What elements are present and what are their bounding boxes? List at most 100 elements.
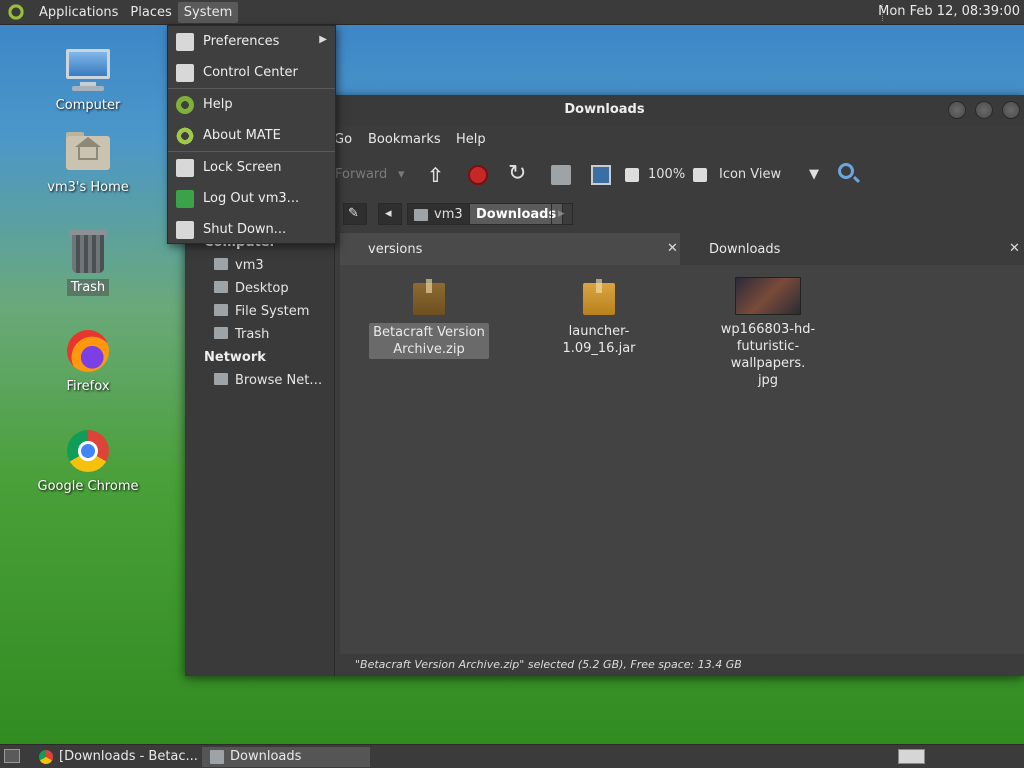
menu-item-preferences[interactable]: Preferences ▶ [168,27,335,57]
top-panel: Applications Places System Mon Feb 12, 0… [0,0,1024,25]
sidebar-item-vm3[interactable]: vm3 [214,258,264,273]
system-menu[interactable]: System [177,1,239,23]
preferences-icon [176,33,194,51]
file-name: launcher-1.09_16.jar [562,324,636,356]
breadcrumb-label: vm3 [434,207,463,222]
desktop-icon-label: Computer [55,98,121,113]
mate-logo-icon[interactable] [7,3,25,21]
desktop-icon-chrome[interactable]: Google Chrome [33,427,143,494]
archive-icon [579,277,619,317]
desktop-icon-firefox[interactable]: Firefox [33,327,143,394]
home-folder-icon [64,128,112,176]
chrome-icon [39,750,53,764]
trash-icon [64,227,112,275]
home-icon [214,258,228,270]
chevron-down-icon[interactable]: ▼ [809,167,819,182]
file-name: Betacraft Version Archive.zip [369,323,489,359]
close-icon[interactable]: ✕ [667,241,678,256]
chevron-down-icon[interactable]: ▾ [398,167,405,182]
chrome-icon [64,427,112,475]
menu-item-lock-screen[interactable]: Lock Screen [168,153,335,183]
tab-downloads[interactable]: Downloads ✕ [681,233,1024,265]
task-label: [Downloads - Betac... [59,749,198,764]
close-window-button[interactable] [1002,101,1020,119]
tab-label: versions [368,242,423,257]
file-view[interactable]: Betacraft Version Archive.zip launcher-1… [340,265,1024,654]
zoom-level: 100% [648,167,686,182]
mate-icon [176,127,194,145]
image-thumbnail [735,277,801,315]
up-arrow-icon[interactable]: ⇧ [427,163,444,187]
edit-location-icon[interactable]: ✎ [343,203,367,225]
shutdown-icon [176,221,194,239]
computer-icon[interactable] [591,165,611,185]
menu-bookmarks[interactable]: Bookmarks [368,132,441,147]
menu-help[interactable]: Help [456,132,486,147]
menu-item-about-mate[interactable]: About MATE [168,121,335,151]
sidebar-item-desktop[interactable]: Desktop [214,281,289,296]
tab-versions[interactable]: versions ✕ [340,233,680,265]
status-bar: "Betacraft Version Archive.zip" selected… [340,654,1024,676]
clock[interactable]: Mon Feb 12, 08:39:00 [878,4,1020,19]
network-icon [214,373,228,385]
lock-icon [176,159,194,177]
menu-separator [168,151,335,152]
breadcrumb-vm3[interactable]: vm3 [407,203,470,225]
sidebar-header-network: Network [204,350,266,365]
chevron-left-icon[interactable]: ◂ [378,203,402,225]
sidebar-item-browse-network[interactable]: Browse Net… [214,373,322,388]
file-item[interactable]: wp166803-hd- futuristic-wallpapers. jpg [703,277,833,389]
drive-icon [214,304,228,316]
desktop-icon-home[interactable]: vm3's Home [33,128,143,195]
minimize-button[interactable] [948,101,966,119]
taskbar-item-downloads[interactable]: Downloads [202,747,370,767]
menu-separator [168,88,335,89]
workspace-switcher[interactable] [898,749,925,764]
desktop-icon-label: vm3's Home [47,180,129,195]
reload-icon[interactable]: ↻ [508,161,526,186]
sidebar-item-trash[interactable]: Trash [214,327,269,342]
places-menu[interactable]: Places [124,2,177,23]
desktop-icon-computer[interactable]: Computer [33,46,143,113]
stop-icon[interactable] [468,165,488,185]
taskbar-item-chrome[interactable]: [Downloads - Betac... [31,747,199,767]
home-icon[interactable] [551,165,571,185]
desktop-icon-trash[interactable]: Trash [33,227,143,296]
task-label: Downloads [230,749,302,764]
folder-icon [210,750,224,764]
zoom-out-icon[interactable] [625,168,639,182]
tab-label: Downloads [709,242,781,257]
menu-go[interactable]: Go [334,132,352,147]
control-center-icon [176,64,194,82]
view-select[interactable]: Icon View [719,167,781,182]
menu-item-shut-down[interactable]: Shut Down... [168,215,335,245]
show-desktop-icon[interactable] [4,749,20,763]
maximize-button[interactable] [975,101,993,119]
breadcrumb-downloads[interactable]: Downloads [469,203,564,225]
help-icon [176,96,194,114]
file-item[interactable]: Betacraft Version Archive.zip [364,277,494,359]
sidebar: Computer vm3 Desktop File System Trash N… [185,233,335,676]
tab-bar: versions ✕ Downloads ✕ [340,233,1024,265]
desktop-icon-label: Google Chrome [37,479,139,494]
desktop-icon-label: Firefox [66,379,110,394]
firefox-icon [64,327,112,375]
file-name: wp166803-hd- futuristic-wallpapers. jpg [720,322,816,388]
system-dropdown-menu: Preferences ▶ Control Center Help About … [167,25,336,244]
zoom-in-icon[interactable] [693,168,707,182]
trash-icon [214,327,228,339]
menu-item-log-out[interactable]: Log Out vm3... [168,184,335,214]
desktop-folder-icon [214,281,228,293]
home-icon [414,209,428,221]
chevron-right-icon[interactable]: ▸ [551,203,573,225]
desktop-icon-label: Trash [66,279,110,296]
menu-item-help[interactable]: Help [168,90,335,120]
submenu-arrow-icon: ▶ [319,34,327,45]
file-item[interactable]: launcher-1.09_16.jar [534,277,664,357]
sidebar-item-file-system[interactable]: File System [214,304,309,319]
close-icon[interactable]: ✕ [1009,241,1020,256]
menu-item-control-center[interactable]: Control Center [168,58,335,88]
forward-button[interactable]: Forward [335,167,387,182]
applications-menu[interactable]: Applications [33,2,124,23]
search-icon[interactable] [838,163,854,179]
